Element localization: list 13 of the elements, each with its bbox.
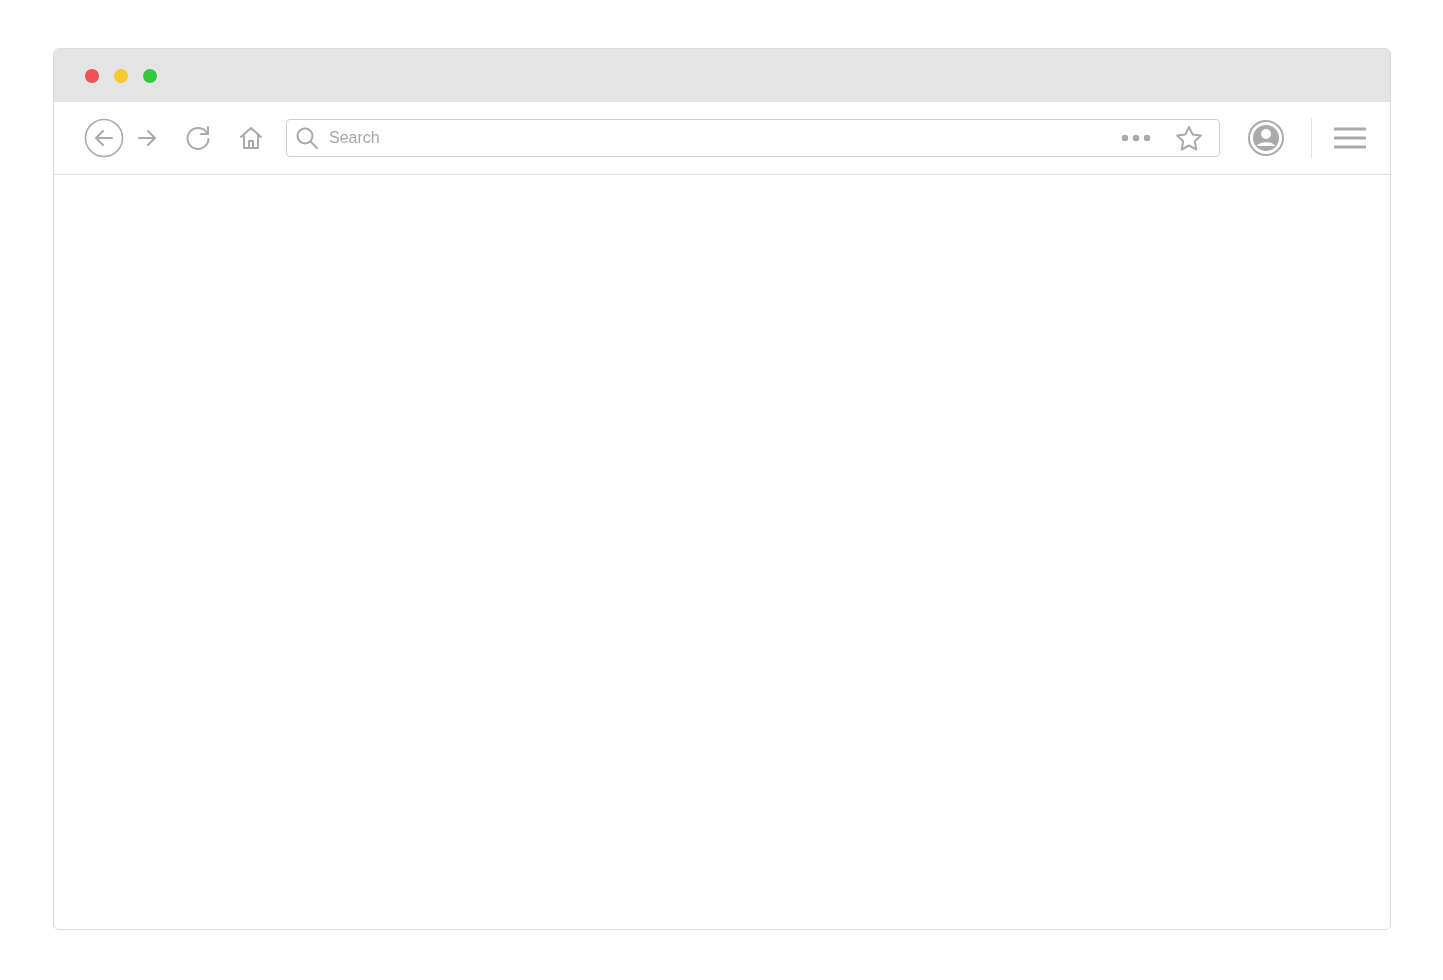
home-button[interactable] — [238, 125, 264, 151]
back-button[interactable] — [84, 118, 124, 158]
address-bar[interactable]: Search — [286, 119, 1220, 157]
forward-button[interactable] — [136, 128, 158, 148]
window-control-dot[interactable] — [114, 68, 128, 83]
star-icon[interactable] — [1174, 124, 1203, 152]
window-control-dot[interactable] — [143, 68, 157, 83]
menu-button[interactable] — [1334, 127, 1366, 149]
profile-button[interactable] — [1246, 119, 1285, 157]
window-control-dot[interactable] — [85, 68, 99, 83]
search-icon — [295, 126, 319, 150]
more-icon[interactable] — [1120, 134, 1151, 142]
reload-button[interactable] — [184, 124, 212, 152]
